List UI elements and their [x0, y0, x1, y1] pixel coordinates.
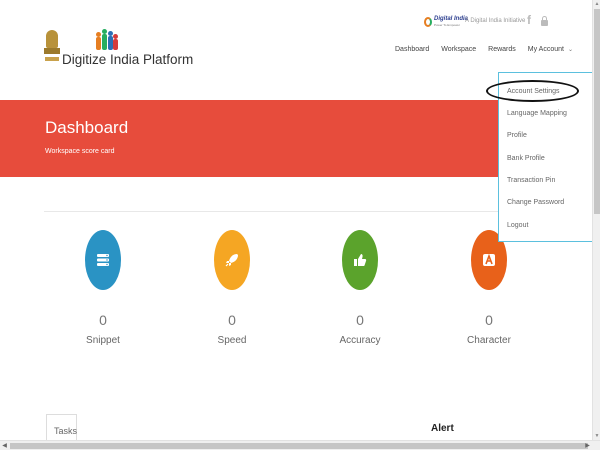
horizontal-scrollbar[interactable]: ◀ ▶ — [0, 440, 600, 450]
scroll-up-arrow-icon[interactable]: ▲ — [593, 0, 600, 8]
horizontal-scroll-thumb[interactable] — [10, 443, 588, 449]
top-navigation: Dashboard Workspace Rewards My Account ⌄ — [395, 46, 585, 53]
alert-heading: Alert — [431, 423, 454, 434]
menu-item-logout[interactable]: Logout — [507, 222, 528, 229]
tasks-label: Tasks — [54, 426, 78, 436]
vertical-scrollbar[interactable]: ▲ ▼ — [592, 0, 600, 450]
server-icon — [85, 230, 121, 290]
stat-character: 0 Character — [449, 230, 529, 346]
vertical-scroll-thumb[interactable] — [594, 9, 600, 214]
digital-india-word: Digital India — [434, 16, 469, 22]
scroll-down-arrow-icon[interactable]: ▼ — [593, 432, 600, 440]
highlight-ellipse — [486, 80, 579, 102]
thumbs-up-icon — [342, 230, 378, 290]
menu-item-transaction-pin[interactable]: Transaction Pin — [507, 177, 555, 184]
nav-my-account-label: My Account — [527, 46, 564, 53]
page-subtitle: Workspace score card — [45, 148, 115, 155]
snippet-value: 0 — [99, 312, 107, 328]
menu-item-profile[interactable]: Profile — [507, 132, 527, 139]
menu-item-bank-profile[interactable]: Bank Profile — [507, 155, 545, 162]
nav-my-account[interactable]: My Account ⌄ — [528, 46, 573, 53]
nav-workspace[interactable]: Workspace — [441, 46, 476, 53]
digital-india-mark-icon — [424, 16, 432, 27]
people-logo-icon — [96, 29, 118, 50]
facebook-icon[interactable]: f — [527, 14, 535, 26]
national-emblem-icon — [44, 30, 60, 68]
accuracy-label: Accuracy — [339, 335, 381, 346]
character-label: Character — [467, 335, 511, 346]
digital-india-tagline: Power To Empower — [434, 23, 460, 27]
lock-icon[interactable] — [541, 16, 548, 26]
menu-item-change-password[interactable]: Change Password — [507, 199, 564, 206]
accuracy-value: 0 — [356, 312, 364, 328]
rocket-icon — [214, 230, 250, 290]
initiative-text: A Digital India Initiative — [465, 18, 526, 24]
stat-accuracy: 0 Accuracy — [320, 230, 400, 346]
digital-india-logo[interactable]: Digital India Power To Empower — [424, 16, 468, 27]
scroll-left-arrow-icon[interactable]: ◀ — [0, 441, 9, 450]
nav-dashboard[interactable]: Dashboard — [395, 46, 429, 53]
site-title: Digitize India Platform — [62, 52, 194, 67]
divider — [44, 211, 500, 212]
chevron-down-icon: ⌄ — [567, 47, 573, 53]
character-value: 0 — [485, 312, 493, 328]
scroll-right-arrow-icon[interactable]: ▶ — [583, 441, 592, 450]
stat-speed: 0 Speed — [192, 230, 272, 346]
snippet-label: Snippet — [86, 335, 120, 346]
stat-snippet: 0 Snippet — [63, 230, 143, 346]
speed-value: 0 — [228, 312, 236, 328]
speed-label: Speed — [217, 335, 247, 346]
nav-rewards[interactable]: Rewards — [488, 46, 516, 53]
menu-item-language-mapping[interactable]: Language Mapping — [507, 110, 567, 117]
page-title: Dashboard — [45, 118, 129, 137]
